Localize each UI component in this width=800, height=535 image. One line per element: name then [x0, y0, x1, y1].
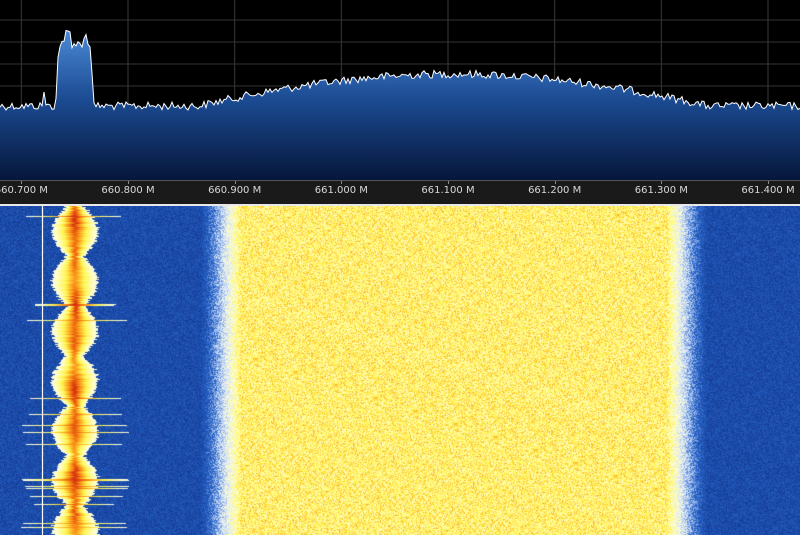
- axis-tick: [554, 181, 556, 184]
- sdr-receiver-view: 660.700 M 660.800 M 660.900 M 661.000 M 661.…: [0, 0, 800, 535]
- axis-tick: [448, 181, 449, 184]
- tuning-cursor[interactable]: [42, 206, 43, 535]
- axis-tick: [234, 181, 236, 184]
- axis-label: 661.000 M: [314, 185, 368, 196]
- axis-tick: [661, 181, 663, 184]
- axis-tick: [21, 181, 23, 184]
- waterfall-display[interactable]: [0, 206, 800, 535]
- axis-label: 661.400 M: [741, 185, 795, 196]
- axis-tick: [768, 181, 769, 184]
- axis-label: 660.800 M: [101, 185, 155, 196]
- axis-label: 661.100 M: [421, 185, 475, 196]
- frequency-axis[interactable]: 660.700 M 660.800 M 660.900 M 661.000 M 661.…: [0, 180, 800, 204]
- axis-tick: [128, 181, 129, 184]
- axis-label: 660.900 M: [208, 185, 262, 196]
- waterfall-panel[interactable]: [0, 206, 800, 535]
- axis-label: 661.200 M: [528, 185, 582, 196]
- axis-label: 661.300 M: [634, 185, 688, 196]
- axis-tick: [341, 181, 343, 184]
- axis-label: 660.700 M: [0, 185, 48, 196]
- spectrum-display[interactable]: [0, 0, 800, 180]
